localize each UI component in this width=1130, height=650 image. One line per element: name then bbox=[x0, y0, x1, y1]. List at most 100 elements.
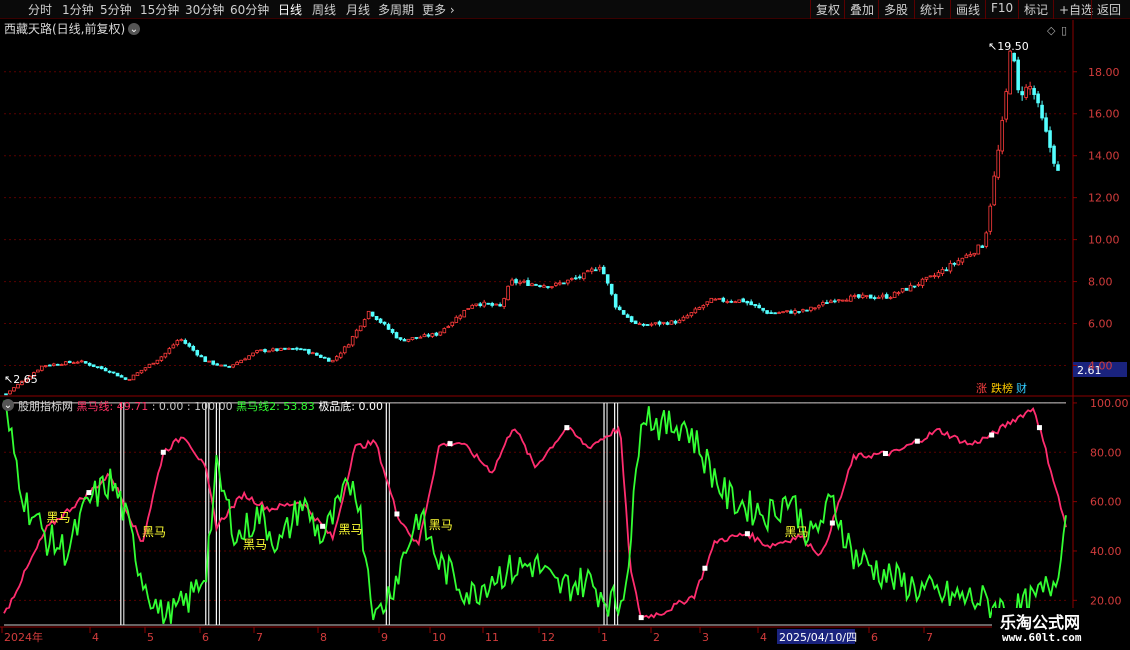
candle-body bbox=[1040, 104, 1044, 119]
indicator-series-1 bbox=[3, 400, 1067, 627]
indicator-readout-2: : 100.00 bbox=[187, 400, 236, 413]
candle-body bbox=[566, 279, 570, 284]
candle-body bbox=[474, 303, 479, 306]
indicator-series-0 bbox=[3, 407, 1067, 620]
candle-body bbox=[418, 336, 423, 339]
toolbar-button-8[interactable]: 返回 bbox=[1091, 0, 1121, 19]
candle-body bbox=[127, 378, 132, 381]
candle-body bbox=[36, 369, 40, 373]
period-tab-0[interactable]: 分时 bbox=[28, 1, 52, 18]
candle-body bbox=[330, 359, 335, 363]
candle-body bbox=[514, 279, 518, 284]
candle-body bbox=[904, 287, 909, 291]
period-tab-6[interactable]: 日线 bbox=[278, 1, 302, 18]
candle-body bbox=[52, 363, 56, 366]
candle-body bbox=[502, 298, 506, 307]
toolbar-button-1[interactable]: 叠加 bbox=[844, 0, 874, 19]
candle-body bbox=[876, 296, 881, 299]
x-axis-label-8: 11 bbox=[485, 631, 499, 644]
candle-body bbox=[852, 295, 857, 297]
sub-title-text: 股朋指标网 bbox=[18, 399, 77, 413]
candle-body bbox=[44, 365, 48, 367]
candle-body bbox=[334, 356, 339, 361]
candle-body bbox=[908, 284, 913, 292]
candle-body bbox=[932, 275, 937, 278]
period-tab-7[interactable]: 周线 bbox=[312, 1, 336, 18]
candle-body bbox=[247, 355, 251, 360]
series-point-marker bbox=[1036, 425, 1042, 431]
sub-ytick-label: 100.00 bbox=[1090, 397, 1129, 410]
candle-body bbox=[637, 323, 642, 326]
x-axis-label-10: 1 bbox=[601, 631, 608, 644]
candle-body bbox=[813, 307, 817, 310]
toolbar-button-6[interactable]: 标记 bbox=[1018, 0, 1048, 19]
candle-body bbox=[71, 362, 76, 365]
candle-body bbox=[199, 355, 204, 358]
main-ytick-label: 4.00 bbox=[1088, 360, 1113, 373]
candle-body bbox=[948, 263, 953, 272]
candle-body bbox=[406, 338, 411, 342]
toolbar-button-0[interactable]: 复权 bbox=[810, 0, 840, 19]
series-point-marker bbox=[160, 449, 166, 455]
candle-body bbox=[366, 310, 371, 320]
period-tab-5[interactable]: 60分钟 bbox=[230, 1, 269, 18]
candle-body bbox=[661, 321, 666, 324]
toolbar-button-2[interactable]: 多股 bbox=[878, 0, 908, 19]
candle-body bbox=[518, 281, 522, 284]
candle-body bbox=[1052, 145, 1056, 164]
period-tab-1[interactable]: 1分钟 bbox=[62, 1, 94, 18]
candle-body bbox=[163, 352, 168, 358]
candle-body bbox=[944, 269, 949, 272]
main-chart-title: 西藏天路(日线,前复权) bbox=[4, 21, 125, 36]
period-tab-8[interactable]: 月线 bbox=[346, 1, 370, 18]
x-axis-label-0: 2024年 bbox=[4, 630, 43, 644]
candle-body bbox=[111, 371, 116, 374]
candle-body bbox=[195, 350, 200, 356]
candle-body bbox=[338, 352, 343, 358]
candle-body bbox=[685, 315, 690, 319]
candle-body bbox=[701, 305, 706, 309]
toolbar-button-5[interactable]: F10 bbox=[985, 0, 1013, 19]
candle-body bbox=[781, 311, 785, 314]
watermark-url: www.60lt.com bbox=[1002, 631, 1082, 644]
period-tab-10[interactable]: 更多 › bbox=[422, 1, 455, 18]
candle-body bbox=[697, 307, 702, 310]
candle-body bbox=[358, 325, 363, 332]
candle-body bbox=[426, 334, 431, 337]
candle-body bbox=[940, 269, 945, 274]
candle-body bbox=[952, 262, 957, 265]
candle-body bbox=[996, 149, 1001, 178]
candle-body bbox=[466, 308, 471, 310]
candle-body bbox=[689, 312, 694, 317]
period-tab-4[interactable]: 30分钟 bbox=[185, 1, 224, 18]
candle-body bbox=[227, 366, 231, 368]
toolbar-button-4[interactable]: 画线 bbox=[950, 0, 980, 19]
candle-body bbox=[988, 205, 993, 232]
candle-body bbox=[578, 276, 582, 279]
period-toolbar: 分时 1分钟 5分钟 15分钟 30分钟 60分钟 日线 周线 月线 多周期 更多 › 复权 叠加 多股统… bbox=[0, 0, 1130, 19]
candle-body bbox=[462, 309, 467, 318]
candle-body bbox=[454, 316, 459, 323]
candle-body bbox=[785, 310, 789, 313]
low-price-label: ↖2.65 bbox=[4, 373, 38, 386]
period-tab-3[interactable]: 15分钟 bbox=[140, 1, 179, 18]
candle-body bbox=[354, 329, 359, 338]
x-axis-label-4: 7 bbox=[256, 631, 263, 644]
candle-body bbox=[155, 359, 160, 364]
x-axis-label-3: 6 bbox=[202, 631, 209, 644]
candle-body bbox=[251, 352, 255, 357]
candle-body bbox=[390, 329, 395, 333]
candle-body bbox=[370, 311, 375, 317]
candle-body bbox=[87, 362, 92, 366]
candle-body bbox=[892, 291, 897, 298]
candle-body bbox=[1020, 91, 1024, 96]
candle-body bbox=[179, 339, 184, 342]
candle-body bbox=[765, 310, 769, 314]
period-tab-9[interactable]: 多周期 bbox=[378, 1, 414, 18]
candle-body bbox=[574, 277, 578, 280]
period-tab-2[interactable]: 5分钟 bbox=[100, 1, 132, 18]
toolbar-button-3[interactable]: 统计 bbox=[914, 0, 944, 19]
candle-body bbox=[912, 285, 917, 288]
candle-body bbox=[40, 365, 44, 371]
toolbar-button-7[interactable]: +自选 bbox=[1053, 0, 1093, 19]
